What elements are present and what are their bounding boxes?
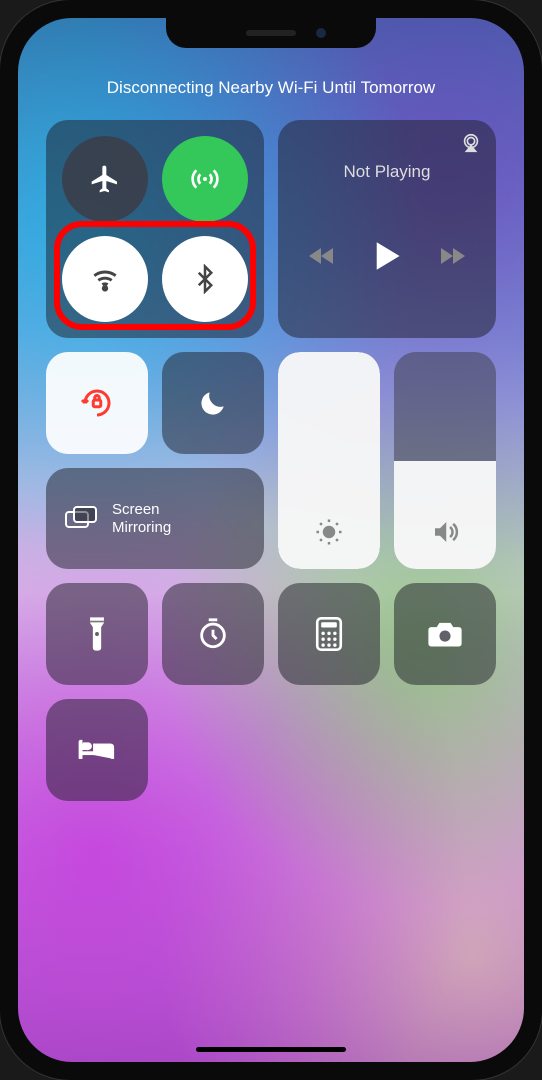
connectivity-panel [46,120,264,338]
bedtime-button[interactable] [46,699,148,801]
screen: Disconnecting Nearby Wi-Fi Until Tomorro… [18,18,524,1062]
airplay-icon[interactable] [460,132,482,154]
flashlight-icon [85,616,109,652]
screen-mirroring-label: Screen Mirroring [112,501,171,536]
flashlight-button[interactable] [46,583,148,685]
wifi-icon [89,263,121,295]
do-not-disturb-toggle[interactable] [162,352,264,454]
airplane-icon [89,163,121,195]
timer-icon [196,617,230,651]
volume-icon [394,517,496,547]
calculator-button[interactable] [278,583,380,685]
orientation-lock-icon [79,385,115,421]
play-button[interactable] [373,240,401,272]
brightness-icon [278,517,380,547]
airplane-mode-toggle[interactable] [62,136,148,222]
camera-icon [427,619,463,649]
now-playing-label: Not Playing [292,162,482,182]
orientation-lock-toggle[interactable] [46,352,148,454]
moon-icon [197,387,229,419]
cellular-icon [189,163,221,195]
bluetooth-icon [190,264,220,294]
cellular-data-toggle[interactable] [162,136,248,222]
camera-button[interactable] [394,583,496,685]
iphone-frame: Disconnecting Nearby Wi-Fi Until Tomorro… [0,0,542,1080]
timer-button[interactable] [162,583,264,685]
screen-mirroring-icon [64,505,98,533]
previous-track-button[interactable] [307,244,337,268]
bluetooth-toggle[interactable] [162,236,248,322]
screen-mirroring-button[interactable]: Screen Mirroring [46,468,264,569]
wifi-toggle[interactable] [62,236,148,322]
bed-icon [78,737,116,763]
media-panel: Not Playing [278,120,496,338]
control-center: Disconnecting Nearby Wi-Fi Until Tomorro… [18,18,524,1062]
brightness-slider[interactable] [278,352,380,569]
notch [166,18,376,48]
next-track-button[interactable] [437,244,467,268]
volume-slider[interactable] [394,352,496,569]
home-indicator[interactable] [196,1047,346,1052]
calculator-icon [315,617,343,651]
status-toast: Disconnecting Nearby Wi-Fi Until Tomorro… [46,78,496,98]
